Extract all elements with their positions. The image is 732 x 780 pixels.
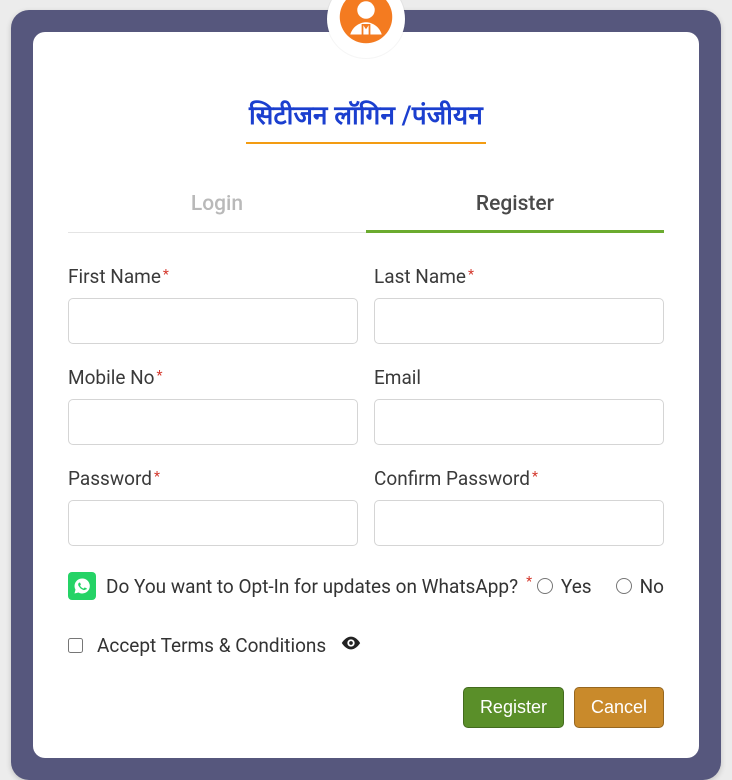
email-input[interactable] — [374, 399, 664, 445]
whatsapp-icon — [68, 572, 96, 600]
whatsapp-optin-row: Do You want to Opt-In for updates on Wha… — [68, 572, 664, 600]
page-title: सिटीजन लॉगिन /पंजीयन — [68, 96, 664, 132]
tab-login[interactable]: Login — [68, 184, 366, 233]
whatsapp-no-option[interactable]: No — [616, 575, 664, 598]
last-name-input[interactable] — [374, 298, 664, 344]
whatsapp-question: Do You want to Opt-In for updates on Wha… — [106, 575, 518, 598]
terms-label: Accept Terms & Conditions — [97, 634, 326, 657]
tabs: Login Register — [68, 184, 664, 233]
label-confirm-password: Confirm Password* — [374, 467, 664, 490]
label-password: Password* — [68, 467, 358, 490]
confirm-password-input[interactable] — [374, 500, 664, 546]
mobile-input[interactable] — [68, 399, 358, 445]
register-form: First Name* Last Name* Mobile No* Email … — [68, 265, 664, 728]
card: सिटीजन लॉगिन /पंजीयन Login Register Firs… — [33, 32, 699, 758]
field-last-name: Last Name* — [374, 265, 664, 344]
whatsapp-yes-option[interactable]: Yes — [537, 575, 592, 598]
required-icon: * — [532, 469, 538, 485]
required-icon: * — [154, 469, 160, 485]
required-icon: * — [526, 574, 532, 590]
field-email: Email — [374, 366, 664, 445]
button-row: Register Cancel — [68, 687, 664, 728]
terms-row: Accept Terms & Conditions — [68, 632, 664, 659]
first-name-input[interactable] — [68, 298, 358, 344]
label-mobile: Mobile No* — [68, 366, 358, 389]
whatsapp-radio-group: Yes No — [537, 575, 664, 598]
frame: सिटीजन लॉगिन /पंजीयन Login Register Firs… — [11, 10, 721, 780]
label-last-name: Last Name* — [374, 265, 664, 288]
user-icon — [338, 0, 394, 49]
required-icon: * — [157, 368, 163, 384]
required-icon: * — [468, 267, 474, 283]
label-first-name: First Name* — [68, 265, 358, 288]
whatsapp-no-radio[interactable] — [616, 578, 632, 594]
field-first-name: First Name* — [68, 265, 358, 344]
title-underline — [246, 142, 486, 144]
whatsapp-yes-radio[interactable] — [537, 578, 553, 594]
register-button[interactable]: Register — [463, 687, 564, 728]
required-icon: * — [163, 267, 169, 283]
label-email: Email — [374, 366, 664, 389]
password-input[interactable] — [68, 500, 358, 546]
field-password: Password* — [68, 467, 358, 546]
cancel-button[interactable]: Cancel — [574, 687, 664, 728]
terms-checkbox[interactable] — [68, 638, 83, 653]
field-mobile: Mobile No* — [68, 366, 358, 445]
eye-icon[interactable] — [340, 632, 362, 659]
field-confirm-password: Confirm Password* — [374, 467, 664, 546]
tab-register[interactable]: Register — [366, 184, 664, 233]
